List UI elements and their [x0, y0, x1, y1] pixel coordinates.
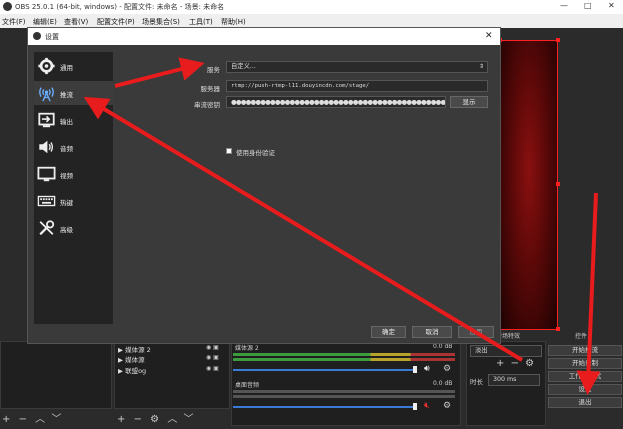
arrow-to-settings [576, 192, 601, 395]
arrow-to-stream-nav [83, 96, 524, 362]
annotation-arrows [83, 57, 601, 395]
arrow-to-service [114, 57, 205, 88]
